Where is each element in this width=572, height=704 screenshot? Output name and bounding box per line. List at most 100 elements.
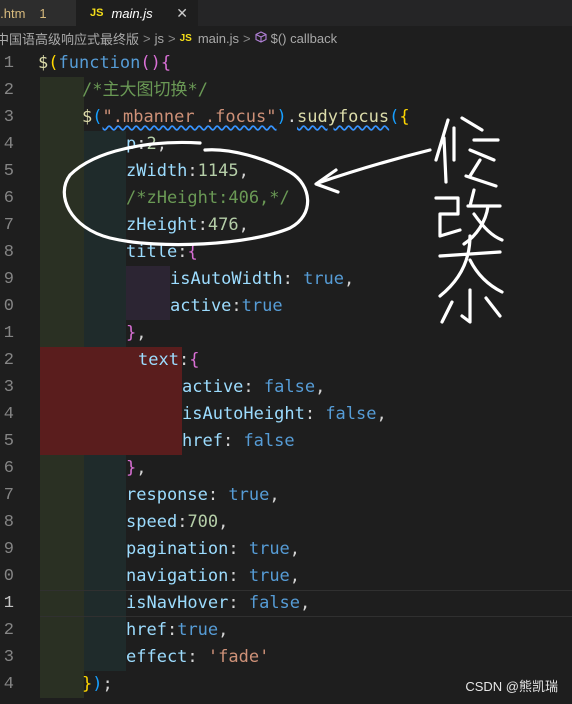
code-token: 'fade'	[207, 647, 270, 667]
code-line[interactable]: $(".mbanner .focus").sudyfocus({	[82, 104, 410, 131]
code-token: }	[126, 458, 137, 478]
code-line[interactable]: p:2,	[126, 131, 167, 158]
code-editor[interactable]: 123456789012345678901234 $(function(){/*…	[0, 50, 572, 704]
code-token: zHeight	[126, 215, 198, 235]
code-token: ;	[102, 674, 113, 694]
code-token: ,	[289, 566, 301, 586]
code-token: isNavHover	[126, 593, 229, 613]
code-token: ,	[300, 593, 311, 613]
close-icon[interactable]: ✕	[176, 5, 188, 22]
code-token: ,	[238, 161, 249, 181]
code-line[interactable]: active: false,	[182, 374, 325, 401]
code-line[interactable]: /*zHeight:406,*/	[126, 185, 290, 212]
code-token: 1145	[197, 161, 239, 181]
code-token: :	[187, 161, 198, 181]
code-line[interactable]: href:true,	[126, 617, 228, 644]
code-token: ,	[344, 269, 355, 289]
breadcrumb-file[interactable]: main.js	[198, 31, 239, 46]
code-line[interactable]: zHeight:476,	[126, 212, 249, 239]
code-token: {	[189, 350, 200, 370]
code-token: ,	[376, 404, 387, 424]
code-line[interactable]: isAutoHeight: false,	[182, 401, 387, 428]
code-token: ,	[136, 458, 147, 478]
code-line[interactable]: title:{	[126, 239, 198, 266]
code-token: ,	[136, 323, 147, 343]
code-line[interactable]: text:{	[138, 347, 199, 374]
code-token: ()	[140, 53, 161, 73]
code-token: :	[166, 620, 178, 640]
chevron-right-icon: >	[243, 30, 251, 46]
code-line[interactable]: navigation: true,	[126, 563, 300, 590]
code-line[interactable]: response: true,	[126, 482, 280, 509]
code-token: :	[207, 485, 229, 505]
code-line[interactable]: /*主大图切换*/	[82, 77, 208, 104]
code-token: true	[248, 566, 290, 586]
code-token: :	[177, 242, 188, 262]
code-token: :	[187, 647, 208, 667]
code-token: (	[389, 107, 400, 127]
code-token: title	[126, 242, 178, 262]
tab-index-htm[interactable]: in.htm 1	[0, 0, 76, 26]
code-token: (	[92, 107, 103, 127]
code-token: }	[126, 323, 137, 343]
code-token: true	[177, 620, 219, 640]
code-token: false	[243, 431, 295, 451]
code-token: $	[82, 107, 93, 127]
breadcrumb-symbol[interactable]: $() callback	[271, 31, 337, 46]
code-token: isAutoWidth	[170, 269, 283, 289]
code-token: effect	[126, 647, 188, 667]
code-token: isAutoHeight	[182, 404, 305, 424]
code-line[interactable]: isAutoWidth: true,	[170, 266, 354, 293]
code-token: {	[160, 53, 172, 73]
code-token: true	[303, 269, 345, 289]
code-token: active	[170, 296, 232, 316]
code-line[interactable]: href: false	[182, 428, 295, 455]
code-line[interactable]: },	[126, 320, 147, 347]
code-token: :	[222, 431, 244, 451]
code-content[interactable]: $(function(){/*主大图切换*/$(".mbanner .focus…	[0, 50, 572, 704]
tab-bar: in.htm 1 JS main.js ✕	[0, 0, 572, 26]
code-token: ,	[315, 377, 326, 397]
breadcrumb-dir[interactable]: js	[155, 31, 164, 46]
code-token: :	[282, 269, 304, 289]
code-token: true	[248, 539, 290, 559]
code-token: text	[138, 350, 179, 370]
code-token: /*zHeight:406,*/	[126, 188, 290, 208]
code-token: :	[178, 350, 190, 370]
tab-main-js[interactable]: JS main.js ✕	[76, 0, 198, 26]
chevron-right-icon: >	[168, 30, 176, 46]
code-token: false	[263, 377, 316, 397]
code-line[interactable]: pagination: true,	[126, 536, 300, 563]
code-token: function	[58, 53, 141, 73]
code-token: :	[228, 566, 249, 586]
code-line[interactable]: });	[82, 671, 113, 698]
code-token: :	[177, 512, 188, 532]
code-token: true	[241, 296, 283, 316]
code-token: ,	[289, 539, 301, 559]
code-line[interactable]: zWidth:1145,	[126, 158, 249, 185]
code-line[interactable]: },	[126, 455, 147, 482]
code-token: navigation	[126, 566, 229, 586]
code-token: ,	[218, 620, 229, 640]
code-line[interactable]: effect: 'fade'	[126, 644, 269, 671]
code-token: }	[82, 674, 93, 694]
tab-label: main.js	[111, 5, 153, 21]
code-token: :	[231, 296, 242, 316]
code-token: :	[136, 134, 147, 154]
code-token: false	[248, 593, 301, 613]
code-token: ,	[238, 215, 249, 235]
problem-count-badge: 1	[39, 5, 47, 21]
code-token: active	[182, 377, 244, 397]
tab-label: in.htm	[0, 5, 26, 21]
code-token: zWidth	[126, 161, 188, 181]
breadcrumb: 中国语高级响应式最终版 > js > JS main.js > $() call…	[0, 26, 572, 50]
code-line[interactable]: $(function(){	[38, 50, 171, 77]
code-token: ,	[156, 134, 167, 154]
code-line[interactable]: active:true	[170, 293, 283, 320]
code-line[interactable]: isNavHover: false,	[126, 590, 310, 617]
code-token: :	[228, 539, 249, 559]
js-file-icon: JS	[179, 32, 192, 44]
code-token: )	[92, 674, 103, 694]
breadcrumb-folder[interactable]: 中国语高级响应式最终版	[0, 29, 139, 48]
code-line[interactable]: speed:700,	[126, 509, 228, 536]
